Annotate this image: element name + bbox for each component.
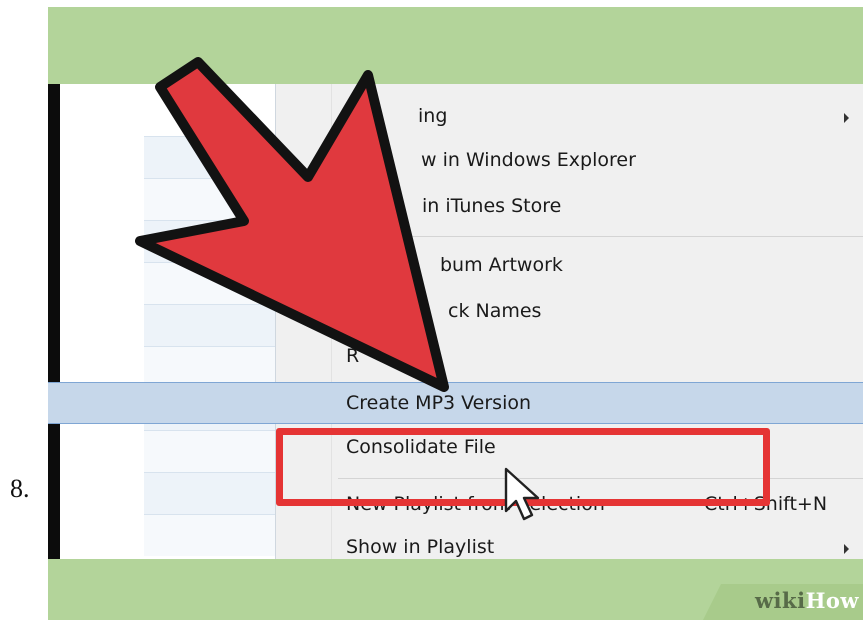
menu-item-label: ing (418, 105, 448, 127)
menu-item-converting[interactable]: ing (276, 96, 863, 138)
menu-item-label: bum Artwork (440, 254, 563, 276)
menu-separator (338, 236, 863, 237)
menu-item-track-names[interactable]: ck Names (276, 291, 863, 333)
menu-item-reset-plays[interactable]: R (276, 336, 863, 378)
wikihow-watermark: wikiHow (755, 588, 859, 613)
song-row[interactable] (144, 262, 275, 304)
song-row[interactable] (144, 220, 275, 262)
song-row[interactable] (144, 430, 275, 472)
song-row[interactable] (144, 514, 275, 556)
itunes-window: ing w in Windows Explorer in iTunes Stor… (48, 84, 863, 559)
menu-item-label: ck Names (448, 300, 542, 322)
step-number: 8. (10, 474, 30, 503)
submenu-arrow-icon (844, 113, 849, 123)
menu-item-show-in-playlist[interactable]: Show in Playlist (276, 527, 863, 559)
song-row[interactable] (144, 178, 275, 220)
menu-item-label: w in Windows Explorer (421, 149, 636, 171)
menu-item-album-artwork[interactable]: bum Artwork (276, 245, 863, 287)
menu-item-show-in-windows-explorer[interactable]: w in Windows Explorer (276, 140, 863, 182)
watermark-how: How (805, 588, 859, 613)
menu-item-create-mp3-version[interactable]: Create MP3 Version (48, 382, 863, 424)
window-edge (48, 84, 60, 559)
song-row[interactable] (144, 136, 275, 178)
screenshot-frame: ing w in Windows Explorer in iTunes Stor… (48, 7, 863, 620)
submenu-arrow-icon (844, 544, 849, 554)
song-list (144, 136, 275, 556)
menu-item-label: Create MP3 Version (346, 392, 532, 414)
song-row[interactable] (144, 472, 275, 514)
menu-item-label: R (346, 345, 360, 367)
menu-item-show-in-itunes-store[interactable]: in iTunes Store (276, 186, 863, 228)
bottom-banner: wikiHow (48, 559, 863, 620)
menu-item-label: Show in Playlist (346, 536, 495, 558)
song-row[interactable] (144, 304, 275, 346)
song-list-pane (60, 84, 276, 559)
annotation-highlight-box (276, 428, 770, 506)
watermark-wiki: wiki (754, 588, 806, 613)
menu-item-label: in iTunes Store (422, 195, 562, 217)
